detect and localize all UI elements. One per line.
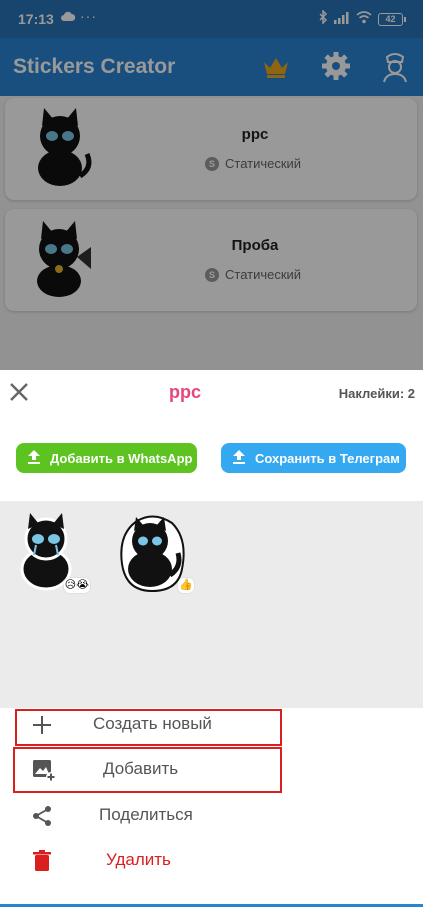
save-to-telegram-button[interactable]: Сохранить в Телеграм xyxy=(221,443,406,473)
trash-icon xyxy=(30,849,54,873)
sticker-item[interactable]: 👍 xyxy=(112,509,194,595)
plus-icon xyxy=(30,713,54,737)
add-label: Добавить xyxy=(103,759,179,778)
create-new-menu-item[interactable]: Создать новый xyxy=(0,705,423,745)
whatsapp-button-label: Добавить в WhatsApp xyxy=(50,450,193,466)
add-to-whatsapp-button[interactable]: Добавить в WhatsApp xyxy=(16,443,197,473)
add-menu-item[interactable]: Добавить xyxy=(0,750,423,790)
modal-scrim[interactable] xyxy=(0,0,423,370)
delete-menu-item[interactable]: Удалить xyxy=(0,841,423,881)
share-icon xyxy=(30,804,54,828)
sheet-title: ррс xyxy=(168,382,201,402)
create-new-label: Создать новый xyxy=(93,714,212,733)
upload-icon xyxy=(26,449,42,468)
sticker-item[interactable]: 😥😭 xyxy=(8,509,90,595)
sticker-emoji: 😥😭 xyxy=(63,578,90,593)
sticker-count: Наклейки: 2 xyxy=(338,386,415,401)
share-label: Поделиться xyxy=(99,805,193,824)
telegram-button-label: Сохранить в Телеграм xyxy=(255,450,400,466)
close-icon[interactable] xyxy=(8,381,30,403)
delete-label: Удалить xyxy=(106,850,171,869)
share-menu-item[interactable]: Поделиться xyxy=(0,796,423,836)
sticker-grid: 😥😭 👍 xyxy=(0,501,423,708)
upload-icon xyxy=(231,449,247,468)
sticker-emoji: 👍 xyxy=(178,578,194,593)
bottom-sheet: ррс Наклейки: 2 Добавить в WhatsApp Сохр… xyxy=(0,370,423,907)
add-image-icon xyxy=(32,758,56,782)
